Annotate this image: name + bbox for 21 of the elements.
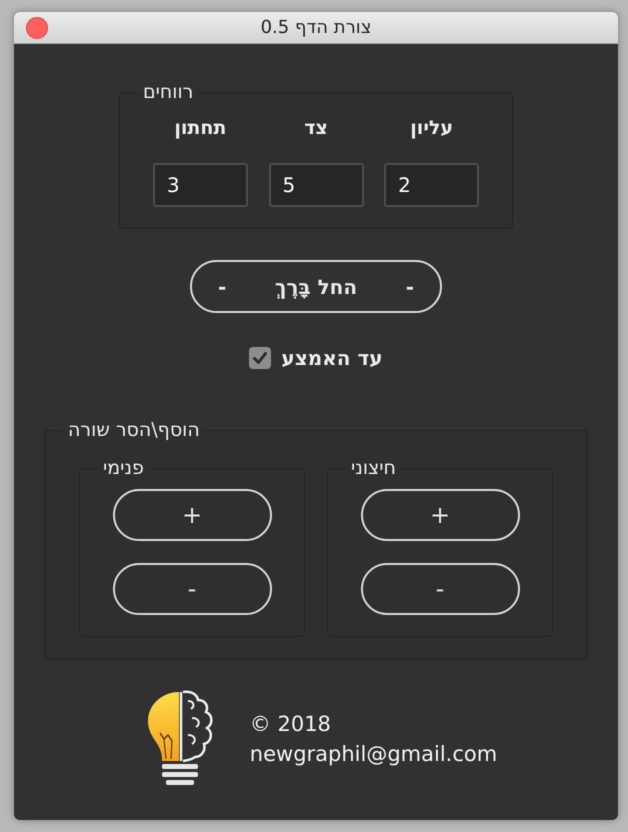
copyright-text: © 2018	[250, 711, 332, 738]
row-button[interactable]: +	[360, 489, 520, 541]
row-button[interactable]: -	[360, 563, 520, 615]
number-field[interactable]: 3	[152, 163, 248, 207]
group-title: פנימי	[102, 456, 145, 480]
apply-button[interactable]: - החל בָּרֶךְ -	[190, 260, 442, 313]
field-label: תחתון	[174, 116, 226, 140]
field-label: עליון	[410, 116, 454, 140]
number-field[interactable]: 2	[384, 163, 480, 207]
window-title: צורת הדף 0.5	[260, 16, 372, 38]
checkbox[interactable]	[249, 347, 272, 369]
group-title: חיצוני	[350, 456, 397, 480]
close-button[interactable]	[26, 16, 48, 38]
number-field[interactable]: 5	[268, 163, 364, 207]
row-button[interactable]: +	[112, 489, 272, 541]
group-title: הוסף\הסר שורה	[67, 418, 201, 442]
checkbox-label[interactable]: עד האמצע	[281, 346, 383, 370]
email-text: newgraphil@gmail.com	[250, 741, 498, 768]
row-button[interactable]: -	[112, 563, 272, 615]
group-title: רווחים	[142, 80, 194, 104]
field-label: צד	[304, 116, 328, 140]
